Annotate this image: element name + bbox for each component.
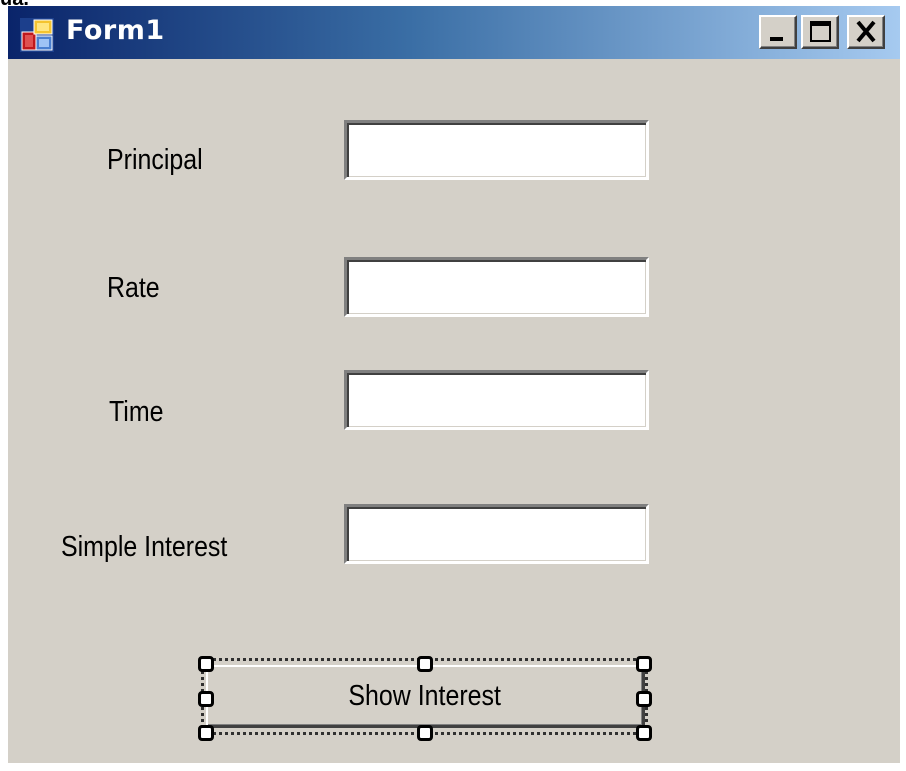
windows-form-icon (20, 18, 54, 52)
resize-handle-bottom-right[interactable] (636, 725, 652, 741)
minimize-icon (770, 37, 783, 41)
rate-label: Rate (107, 272, 160, 304)
principal-label: Principal (107, 144, 203, 176)
form-window: Form1 Principal Rate Time Simple Interes… (8, 6, 900, 763)
time-input[interactable] (344, 370, 649, 430)
resize-handle-top-right[interactable] (636, 656, 652, 672)
resize-handle-left[interactable] (198, 691, 214, 707)
designer-selection: Show Interest (198, 654, 652, 741)
rate-input[interactable] (344, 257, 649, 317)
time-label: Time (109, 396, 164, 428)
minimize-button[interactable] (759, 15, 797, 49)
window-title: Form1 (66, 15, 165, 46)
title-bar[interactable]: Form1 (8, 6, 900, 59)
resize-handle-bottom[interactable] (417, 725, 433, 741)
simple-interest-label: Simple Interest (61, 531, 228, 563)
show-interest-button-label: Show Interest (348, 679, 502, 712)
maximize-icon (810, 21, 831, 42)
resize-handle-top-left[interactable] (198, 656, 214, 672)
resize-handle-right[interactable] (636, 691, 652, 707)
close-icon (856, 20, 876, 43)
resize-handle-bottom-left[interactable] (198, 725, 214, 741)
simple-interest-input[interactable] (344, 504, 649, 564)
close-button[interactable] (847, 15, 885, 49)
resize-handle-top[interactable] (417, 656, 433, 672)
principal-input[interactable] (344, 120, 649, 180)
show-interest-button[interactable]: Show Interest (206, 665, 645, 728)
maximize-button[interactable] (801, 15, 839, 49)
